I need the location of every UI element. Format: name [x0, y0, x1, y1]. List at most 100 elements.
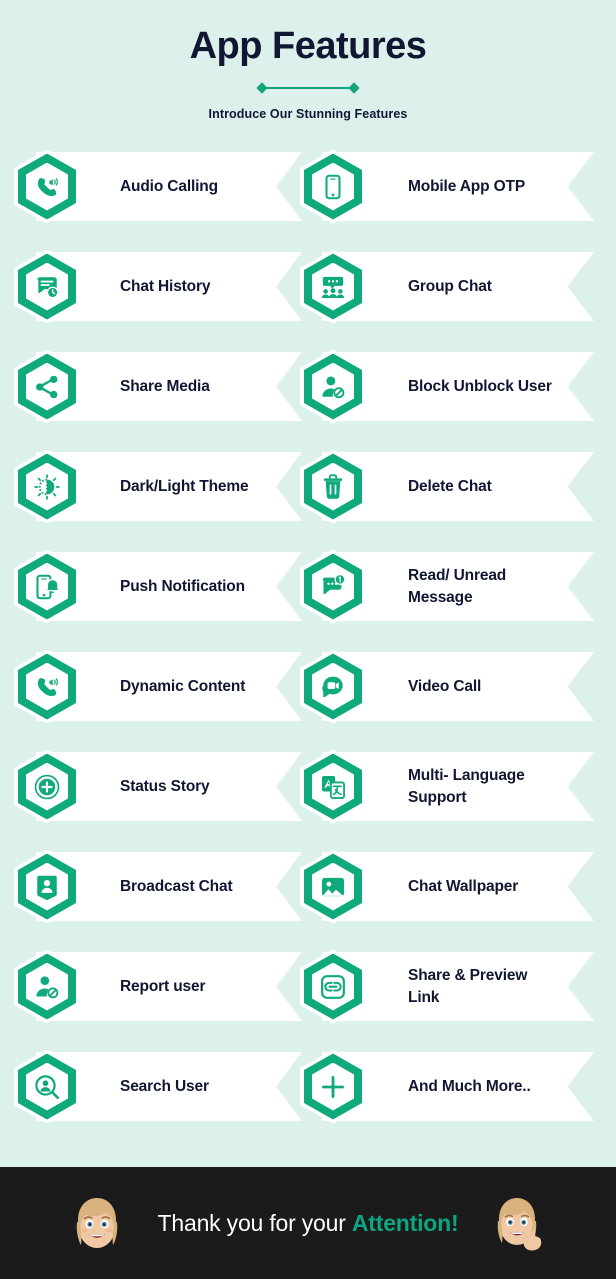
feature-column-left: Dark/Light Theme: [0, 449, 308, 552]
feature-card[interactable]: Push Notification: [14, 549, 302, 624]
feature-row: Push Notification Read/ Unread Message: [0, 549, 616, 652]
feature-icon-badge: [14, 649, 80, 724]
feature-row: Audio Calling Mobile App OTP: [0, 149, 616, 252]
feature-card-label: Share Media: [120, 377, 210, 395]
feature-icon-badge: [14, 249, 80, 324]
feature-card[interactable]: Dynamic Content: [14, 649, 302, 724]
feature-card[interactable]: Group Chat: [300, 249, 594, 324]
feature-icon-badge: [14, 349, 80, 424]
memoji-peace-sign-avatar: [492, 1192, 546, 1254]
feature-card-label: Block Unblock User: [408, 377, 552, 395]
footer-message: Thank you for your Attention!: [158, 1210, 459, 1237]
feature-card-label: Dark/Light Theme: [120, 477, 249, 495]
feature-icon-badge: [14, 549, 80, 624]
feature-card-label: Chat Wallpaper: [408, 877, 519, 895]
feature-icon-badge: [300, 949, 366, 1024]
feature-column-right: Multi- Language Support: [300, 749, 616, 852]
feature-card-label: Status Story: [120, 777, 210, 795]
feature-column-right: Mobile App OTP: [300, 149, 616, 252]
feature-card[interactable]: Block Unblock User: [300, 349, 594, 424]
feature-card[interactable]: Read/ Unread Message: [300, 549, 594, 624]
feature-icon-badge: [14, 449, 80, 524]
feature-card-label: Broadcast Chat: [120, 877, 233, 895]
feature-icon-badge: [14, 849, 80, 924]
feature-icon-badge: [14, 949, 80, 1024]
feature-icon-badge: [14, 1049, 80, 1124]
feature-card[interactable]: Search User: [14, 1049, 302, 1124]
feature-card-label: Mobile App OTP: [408, 177, 526, 195]
page-subtitle: Introduce Our Stunning Features: [208, 106, 408, 121]
footer-message-plain: Thank you for your: [157, 1209, 352, 1236]
feature-card-label: Read/ Unread Message: [408, 567, 507, 606]
feature-row: Dark/Light Theme Delete Chat: [0, 449, 616, 552]
feature-card-label: And Much More..: [408, 1077, 531, 1095]
feature-column-left: Dynamic Content: [0, 649, 308, 752]
feature-card-label: Multi- Language Support: [408, 767, 525, 806]
feature-card-label: Push Notification: [120, 577, 245, 595]
feature-column-right: And Much More..: [300, 1049, 616, 1152]
feature-card-label: Search User: [120, 1077, 209, 1095]
feature-column-right: Read/ Unread Message: [300, 549, 616, 652]
feature-column-left: Search User: [0, 1049, 308, 1152]
page-title: App Features: [189, 25, 427, 67]
feature-icon-badge: [300, 449, 366, 524]
feature-card[interactable]: And Much More..: [300, 1049, 594, 1124]
footer-message-accent: Attention!: [351, 1209, 459, 1236]
title-divider: [256, 82, 360, 94]
feature-card[interactable]: Chat History: [14, 249, 302, 324]
feature-column-left: Broadcast Chat: [0, 849, 308, 952]
feature-card[interactable]: Mobile App OTP: [300, 149, 594, 224]
footer-bar: Thank you for your Attention!: [0, 1167, 616, 1279]
feature-row: Status Story Multi- Language Support: [0, 749, 616, 852]
feature-column-left: Audio Calling: [0, 149, 308, 252]
feature-row: Chat History Group Chat: [0, 249, 616, 352]
feature-card-label: Report user: [120, 977, 206, 995]
feature-card[interactable]: Share Media: [14, 349, 302, 424]
divider-line: [264, 86, 352, 89]
feature-icon-badge: [300, 1049, 366, 1124]
feature-card[interactable]: Share & Preview Link: [300, 949, 594, 1024]
feature-column-right: Video Call: [300, 649, 616, 752]
feature-card[interactable]: Broadcast Chat: [14, 849, 302, 924]
feature-icon-badge: [300, 349, 366, 424]
feature-column-right: Chat Wallpaper: [300, 849, 616, 952]
feature-card-label: Video Call: [408, 677, 482, 695]
feature-icon-badge: [300, 249, 366, 324]
feature-column-left: Push Notification: [0, 549, 308, 652]
feature-column-left: Report user: [0, 949, 308, 1052]
feature-card[interactable]: Chat Wallpaper: [300, 849, 594, 924]
feature-card[interactable]: Report user: [14, 949, 302, 1024]
feature-icon-badge: [300, 149, 366, 224]
feature-card-label: Share & Preview Link: [408, 967, 528, 1006]
feature-icon-badge: [300, 749, 366, 824]
feature-icon-badge: [300, 849, 366, 924]
feature-column-left: Status Story: [0, 749, 308, 852]
page-header: App Features Introduce Our Stunning Feat…: [0, 0, 616, 121]
feature-card[interactable]: Video Call: [300, 649, 594, 724]
feature-column-right: Block Unblock User: [300, 349, 616, 452]
feature-card[interactable]: Status Story: [14, 749, 302, 824]
feature-icon-badge: [14, 149, 80, 224]
feature-card-label: Delete Chat: [408, 477, 492, 495]
feature-card[interactable]: Dark/Light Theme: [14, 449, 302, 524]
feature-row: Broadcast Chat Chat Wallpaper: [0, 849, 616, 952]
feature-card-label: Audio Calling: [120, 177, 218, 195]
feature-icon-badge: [300, 649, 366, 724]
feature-row: Dynamic Content Video Call: [0, 649, 616, 752]
feature-column-right: Delete Chat: [300, 449, 616, 552]
feature-row: Search User And Much More..: [0, 1049, 616, 1152]
feature-column-right: Group Chat: [300, 249, 616, 352]
feature-card[interactable]: Multi- Language Support: [300, 749, 594, 824]
feature-icon-badge: [14, 749, 80, 824]
feature-icon-badge: [300, 549, 366, 624]
feature-column-left: Chat History: [0, 249, 308, 352]
feature-column-left: Share Media: [0, 349, 308, 452]
divider-diamond-right-icon: [348, 82, 360, 94]
memoji-smiling-avatar: [70, 1192, 124, 1254]
feature-card[interactable]: Delete Chat: [300, 449, 594, 524]
feature-column-right: Share & Preview Link: [300, 949, 616, 1052]
feature-grid: Audio Calling Mobile App OTP Chat History G…: [0, 149, 616, 1152]
feature-row: Report user Share & Preview Link: [0, 949, 616, 1052]
feature-card[interactable]: Audio Calling: [14, 149, 302, 224]
feature-card-label: Group Chat: [408, 277, 492, 295]
